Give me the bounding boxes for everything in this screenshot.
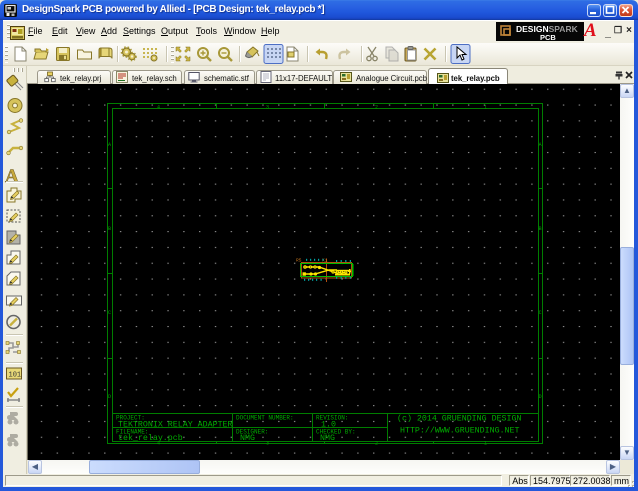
svg-text:2: 2 [375, 104, 378, 110]
svg-text:101: 101 [9, 372, 22, 380]
svg-text:3: 3 [266, 440, 269, 446]
svg-text:R5: R5 [296, 258, 302, 264]
svg-text:C: C [539, 310, 542, 316]
svg-text:A: A [539, 142, 542, 148]
svg-text:(c) 2014 GRUENDING DESIGN: (c) 2014 GRUENDING DESIGN [397, 414, 521, 424]
svg-text:NMG: NMG [240, 434, 255, 443]
svg-text:D: D [539, 394, 542, 400]
svg-text:tek_relay.pcb: tek_relay.pcb [118, 433, 183, 443]
svg-text:2: 2 [375, 440, 378, 446]
svg-text:3: 3 [266, 104, 269, 110]
svg-text:NMG: NMG [320, 434, 335, 443]
svg-text:TEKTRONIX RELAY ADAPTER: TEKTRONIX RELAY ADAPTER [118, 421, 233, 430]
svg-text:C: C [108, 310, 111, 316]
svg-text:1.0: 1.0 [321, 421, 336, 430]
svg-text:HTTP://WWW.GRUENDING.NET: HTTP://WWW.GRUENDING.NET [400, 426, 520, 436]
svg-text:DOCUMENT NUMBER:: DOCUMENT NUMBER: [236, 415, 294, 422]
svg-text:4: 4 [157, 104, 160, 110]
svg-text:B: B [108, 226, 111, 232]
svg-text:1: 1 [484, 104, 487, 110]
svg-text:A: A [108, 142, 111, 148]
svg-text:B: B [539, 226, 542, 232]
svg-text:1: 1 [484, 440, 487, 446]
svg-text:A: A [5, 166, 19, 187]
svg-text:D: D [108, 394, 111, 400]
